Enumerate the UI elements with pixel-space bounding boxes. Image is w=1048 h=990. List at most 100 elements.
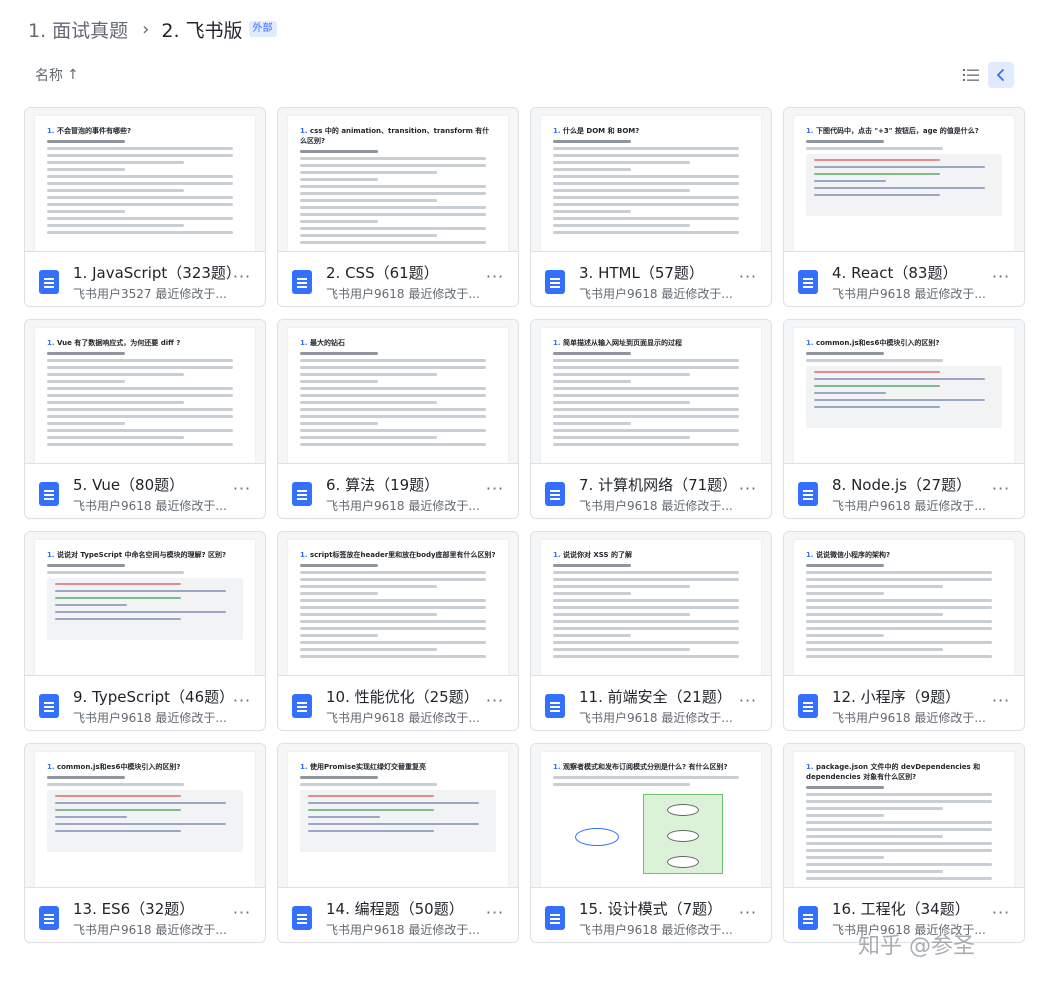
card-title[interactable]: 16. 工程化（34题）	[832, 898, 970, 919]
sort-label: 名称	[35, 68, 63, 84]
more-horizontal-icon[interactable]: ···	[990, 480, 1012, 502]
doc-preview-thumbnail: 1. Vue 有了数据响应式，为何还要 diff ?	[25, 320, 265, 464]
preview-number: 1.	[300, 127, 308, 135]
card-title[interactable]: 1. JavaScript（323题）	[73, 262, 241, 283]
more-horizontal-icon[interactable]: ···	[990, 904, 1012, 926]
doc-card[interactable]: 1. 观察者模式和发布订阅模式分别是什么? 有什么区别? 15. 设计模式（7题…	[530, 743, 772, 943]
preview-title: 1. common.js和es6中模块引入的区别?	[806, 338, 1002, 348]
card-title[interactable]: 3. HTML（57题）	[579, 262, 704, 283]
card-title[interactable]: 12. 小程序（9题）	[832, 686, 960, 707]
preview-number: 1.	[300, 339, 308, 347]
preview-number: 1.	[553, 127, 561, 135]
doc-card[interactable]: 1. 不会冒泡的事件有哪些? 1. JavaScript（323题） 飞书用户3…	[24, 107, 266, 307]
code-snippet-thumbnail	[806, 154, 1002, 216]
doc-preview-thumbnail: 1. 说说你对 XSS 的了解	[531, 532, 771, 676]
preview-title-text: 观察者模式和发布订阅模式分别是什么? 有什么区别?	[562, 763, 728, 771]
preview-number: 1.	[806, 127, 814, 135]
card-meta: 飞书用户9618 最近修改于...	[73, 499, 227, 513]
card-title[interactable]: 9. TypeScript（46题）	[73, 686, 234, 707]
doc-preview-thumbnail: 1. 说说微信小程序的架构?	[784, 532, 1024, 676]
preview-number: 1.	[553, 339, 561, 347]
preview-title: 1. common.js和es6中模块引入的区别?	[47, 762, 243, 772]
doc-card[interactable]: 1. 简单描述从输入网址到页面显示的过程 7. 计算机网络（71题） 飞书用户9…	[530, 319, 772, 519]
doc-file-icon	[798, 482, 818, 506]
more-horizontal-icon[interactable]: ···	[231, 904, 253, 926]
preview-title-text: 什么是 DOM 和 BOM?	[562, 127, 640, 135]
more-horizontal-icon[interactable]: ···	[990, 692, 1012, 714]
doc-preview-thumbnail: 1. css 中的 animation、transition、transform…	[278, 108, 518, 252]
doc-file-icon	[798, 906, 818, 930]
more-horizontal-icon[interactable]: ···	[231, 268, 253, 290]
doc-card[interactable]: 1. 说说微信小程序的架构? 12. 小程序（9题） 飞书用户9618 最近修改…	[783, 531, 1025, 731]
card-title[interactable]: 13. ES6（32题）	[73, 898, 194, 919]
more-horizontal-icon[interactable]: ···	[737, 692, 759, 714]
doc-card[interactable]: 1. css 中的 animation、transition、transform…	[277, 107, 519, 307]
doc-card[interactable]: 1. 说说你对 XSS 的了解 11. 前端安全（21题） 飞书用户9618 最…	[530, 531, 772, 731]
card-title[interactable]: 10. 性能优化（25题）	[326, 686, 479, 707]
more-horizontal-icon[interactable]: ···	[484, 268, 506, 290]
doc-card[interactable]: 1. 使用Promise实现红绿灯交替重复亮 14. 编程题（50题） 飞书用户…	[277, 743, 519, 943]
card-footer: 1. JavaScript（323题） 飞书用户3527 最近修改于... ··…	[25, 252, 265, 306]
doc-file-icon	[39, 906, 59, 930]
card-title[interactable]: 15. 设计模式（7题）	[579, 898, 722, 919]
card-title[interactable]: 6. 算法（19题）	[326, 474, 439, 495]
more-horizontal-icon[interactable]: ···	[737, 480, 759, 502]
more-horizontal-icon[interactable]: ···	[990, 268, 1012, 290]
doc-card[interactable]: 1. common.js和es6中模块引入的区别? 13. ES6（32题） 飞…	[24, 743, 266, 943]
doc-preview-thumbnail: 1. 最大的钻石	[278, 320, 518, 464]
preview-number: 1.	[300, 551, 308, 559]
preview-title-text: 下图代码中，点击 "+3" 按钮后，age 的值是什么?	[815, 127, 979, 135]
collapse-panel-button[interactable]	[988, 62, 1014, 88]
card-meta: 飞书用户9618 最近修改于...	[579, 499, 733, 513]
preview-number: 1.	[300, 763, 308, 771]
doc-card[interactable]: 1. 最大的钻石 6. 算法（19题） 飞书用户9618 最近修改于... ··…	[277, 319, 519, 519]
doc-card[interactable]: 1. 下图代码中，点击 "+3" 按钮后，age 的值是什么? 4. React…	[783, 107, 1025, 307]
more-horizontal-icon[interactable]: ···	[231, 692, 253, 714]
doc-preview-thumbnail: 1. 说说对 TypeScript 中命名空间与模块的理解? 区别?	[25, 532, 265, 676]
preview-title: 1. 使用Promise实现红绿灯交替重复亮	[300, 762, 496, 772]
doc-file-icon	[545, 906, 565, 930]
code-snippet-thumbnail	[47, 790, 243, 852]
card-title[interactable]: 14. 编程题（50题）	[326, 898, 464, 919]
list-view-icon[interactable]	[961, 65, 981, 85]
card-footer: 4. React（83题） 飞书用户9618 最近修改于... ···	[784, 252, 1024, 306]
doc-card[interactable]: 1. common.js和es6中模块引入的区别? 8. Node.js（27题…	[783, 319, 1025, 519]
doc-page: 1. Vue 有了数据响应式，为何还要 diff ?	[35, 328, 255, 463]
card-title[interactable]: 2. CSS（61题）	[326, 262, 439, 283]
more-horizontal-icon[interactable]: ···	[484, 904, 506, 926]
doc-preview-thumbnail: 1. common.js和es6中模块引入的区别?	[25, 744, 265, 888]
preview-title-text: 最大的钻石	[309, 339, 345, 347]
preview-title: 1. 下图代码中，点击 "+3" 按钮后，age 的值是什么?	[806, 126, 1002, 136]
card-meta: 飞书用户9618 最近修改于...	[832, 287, 986, 301]
card-footer: 15. 设计模式（7题） 飞书用户9618 最近修改于... ···	[531, 888, 771, 942]
doc-card[interactable]: 1. Vue 有了数据响应式，为何还要 diff ? 5. Vue（80题） 飞…	[24, 319, 266, 519]
doc-card[interactable]: 1. script标签放在header里和放在body底部里有什么区别? 10.…	[277, 531, 519, 731]
more-horizontal-icon[interactable]: ···	[737, 904, 759, 926]
sort-by-name-button[interactable]: 名称 ↑	[35, 65, 79, 85]
card-title[interactable]: 8. Node.js（27题）	[832, 474, 971, 495]
card-title[interactable]: 7. 计算机网络（71题）	[579, 474, 737, 495]
card-title[interactable]: 4. React（83题）	[832, 262, 957, 283]
doc-card[interactable]: 1. package.json 文件中的 devDependencies 和 d…	[783, 743, 1025, 943]
more-horizontal-icon[interactable]: ···	[484, 692, 506, 714]
doc-card[interactable]: 1. 说说对 TypeScript 中命名空间与模块的理解? 区别? 9. Ty…	[24, 531, 266, 731]
card-meta: 飞书用户9618 最近修改于...	[73, 711, 227, 725]
more-horizontal-icon[interactable]: ···	[737, 268, 759, 290]
doc-card[interactable]: 1. 什么是 DOM 和 BOM? 3. HTML（57题） 飞书用户9618 …	[530, 107, 772, 307]
doc-preview-thumbnail: 1. package.json 文件中的 devDependencies 和 d…	[784, 744, 1024, 888]
card-title[interactable]: 5. Vue（80题）	[73, 474, 184, 495]
card-footer: 6. 算法（19题） 飞书用户9618 最近修改于... ···	[278, 464, 518, 518]
doc-page: 1. 不会冒泡的事件有哪些?	[35, 116, 255, 251]
more-horizontal-icon[interactable]: ···	[484, 480, 506, 502]
preview-number: 1.	[47, 551, 55, 559]
preview-title: 1. 说说你对 XSS 的了解	[553, 550, 749, 560]
doc-preview-thumbnail: 1. 使用Promise实现红绿灯交替重复亮	[278, 744, 518, 888]
breadcrumb-parent-link[interactable]: 1. 面试真题	[28, 16, 128, 43]
card-meta: 飞书用户3527 最近修改于...	[73, 287, 227, 301]
more-horizontal-icon[interactable]: ···	[231, 480, 253, 502]
card-footer: 13. ES6（32题） 飞书用户9618 最近修改于... ···	[25, 888, 265, 942]
doc-page: 1. common.js和es6中模块引入的区别?	[35, 752, 255, 887]
preview-title: 1. 什么是 DOM 和 BOM?	[553, 126, 749, 136]
toolbar: 名称 ↑	[0, 60, 1048, 90]
card-title[interactable]: 11. 前端安全（21题）	[579, 686, 732, 707]
